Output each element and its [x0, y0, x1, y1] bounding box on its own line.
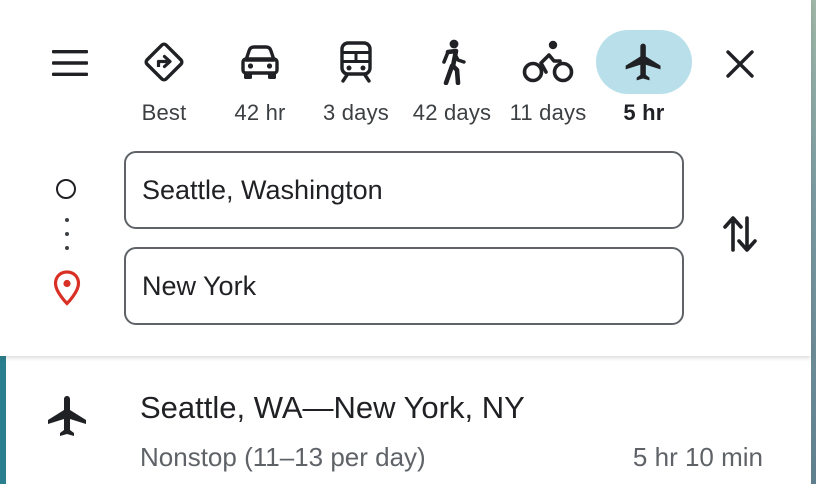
directions-panel: Best 42 hr 3 days 42 days 11 days 5 hr S…	[0, 0, 811, 356]
destination-input[interactable]	[124, 247, 684, 325]
mode-driving-pill	[212, 30, 308, 94]
close-button[interactable]	[714, 38, 766, 90]
origin-input[interactable]	[124, 151, 684, 229]
mode-cycling-pill	[500, 30, 596, 94]
map-edge	[811, 0, 816, 484]
car-icon	[241, 45, 279, 79]
result-subtitle: Nonstop (11–13 per day)	[140, 442, 426, 472]
airplane-icon	[625, 43, 661, 81]
mode-best-label: Best	[141, 100, 187, 125]
mode-flights-button[interactable]: 5 hr	[596, 30, 692, 130]
menu-button[interactable]	[48, 42, 92, 84]
destination-pin-icon	[53, 270, 81, 306]
mode-cycling-label: 11 days	[509, 100, 587, 125]
bicycle-icon	[522, 40, 574, 83]
mode-walking-button[interactable]: 42 days	[404, 30, 500, 130]
route-dots-icon	[64, 218, 70, 252]
results-list: Seattle, WA—New York, NY Nonstop (11–13 …	[0, 356, 811, 484]
result-duration: 5 hr 10 min	[632, 442, 763, 472]
train-icon	[340, 41, 372, 83]
mode-best-pill	[116, 30, 212, 94]
mode-transit-pill	[308, 30, 404, 94]
mode-best-button[interactable]: Best	[116, 30, 212, 130]
directions-diamond-icon	[144, 42, 184, 82]
origin-circle-icon	[56, 179, 76, 199]
mode-transit-label: 3 days	[322, 100, 390, 125]
mode-flights-pill	[596, 30, 692, 94]
mode-walking-label: 42 days	[412, 100, 492, 125]
walking-person-icon	[442, 39, 466, 85]
close-icon	[726, 50, 754, 78]
mode-flights-label: 5 hr	[623, 100, 665, 125]
hamburger-menu-icon	[52, 50, 88, 76]
mode-driving-label: 42 hr	[234, 100, 286, 125]
result-title: Seattle, WA—New York, NY	[140, 390, 525, 425]
swap-arrows-icon	[723, 216, 757, 252]
mode-driving-button[interactable]: 42 hr	[212, 30, 308, 130]
swap-button[interactable]	[716, 208, 764, 260]
result-accent-bar	[0, 356, 6, 484]
airplane-icon	[48, 396, 86, 436]
mode-walking-pill	[404, 30, 500, 94]
mode-cycling-button[interactable]: 11 days	[500, 30, 596, 130]
mode-transit-button[interactable]: 3 days	[308, 30, 404, 130]
